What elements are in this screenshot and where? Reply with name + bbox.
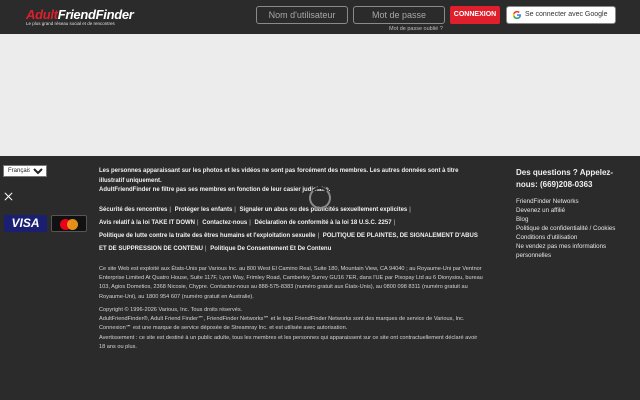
- footer-link-protect-children[interactable]: Protéger les enfants: [175, 207, 233, 213]
- site-logo[interactable]: AdultFriendFinder Le plus grand réseau s…: [26, 8, 134, 27]
- forgot-password-link[interactable]: Mot de passe oublié ?: [389, 26, 443, 32]
- logo-part-friendfinder: FriendFinder: [57, 7, 134, 22]
- help-link-privacy[interactable]: Politique de confidentialité / Cookies: [516, 224, 634, 233]
- help-link-do-not-sell[interactable]: Ne vendez pas mes informations personnel…: [516, 242, 634, 260]
- copyright-line: Copyright © 1996-2026 Various, Inc. Tous…: [99, 307, 243, 313]
- google-login-button[interactable]: Se connecter avec Google: [506, 6, 616, 24]
- password-input[interactable]: [353, 6, 445, 24]
- main-content: [0, 34, 640, 156]
- language-select[interactable]: Français: [3, 165, 47, 177]
- login-button[interactable]: CONNEXION: [450, 6, 500, 24]
- logo-tagline: Le plus grand réseau social et de rencon…: [26, 21, 115, 26]
- help-phone-heading: Des questions ? Appelez-nous: (669)208-0…: [516, 168, 614, 189]
- help-links: FriendFinder Networks Devenez un affilié…: [516, 197, 634, 260]
- footer-link-contact[interactable]: Contactez-nous: [202, 220, 247, 226]
- help-link-blog[interactable]: Blog: [516, 215, 634, 224]
- username-input[interactable]: [256, 6, 348, 24]
- google-login-label: Se connecter avec Google: [525, 11, 608, 18]
- help-link-affiliate[interactable]: Devenez un affilié: [516, 206, 634, 215]
- footer-link-2257[interactable]: Déclaration de conformité à la loi 18 U.…: [254, 220, 391, 226]
- footer-link-dating-safety[interactable]: Sécurité des rencontres: [99, 207, 167, 213]
- site-header: AdultFriendFinder Le plus grand réseau s…: [0, 0, 640, 34]
- footer-link-consent-policy[interactable]: Politique De Consentement Et De Contenu: [210, 246, 331, 252]
- google-icon: [512, 10, 521, 20]
- age-warning-line: Avertissement : ce site est destiné à un…: [99, 334, 478, 350]
- mastercard-logo: [51, 215, 87, 232]
- footer-links: Sécurité des rencontres | Protéger les en…: [99, 207, 478, 252]
- trademark-line: AdultFriendFinder®, Adult Friend Finder℠…: [99, 316, 465, 323]
- copyright-notice: Copyright © 1996-2026 Various, Inc. Tous…: [99, 306, 483, 352]
- logo-part-adult: Adult: [26, 7, 58, 22]
- x-twitter-icon[interactable]: [4, 192, 13, 201]
- help-link-terms[interactable]: Conditions d'utilisation: [516, 233, 634, 242]
- loading-spinner-icon: [309, 187, 331, 209]
- operator-notice: Ce site Web est exploité aux États-Unis …: [99, 266, 483, 300]
- help-link-ffn[interactable]: FriendFinder Networks: [516, 197, 634, 206]
- photo-disclaimer: Les personnes apparaissant sur les photo…: [99, 167, 483, 196]
- footer-link-trafficking-policy[interactable]: Politique de lutte contre la traite des …: [99, 233, 315, 239]
- trademark-line: Connexion℠ est une marque de service dép…: [99, 325, 348, 332]
- disclaimer-line: AdultFriendFinder ne filtre pas ses memb…: [99, 187, 331, 193]
- disclaimer-line: Les personnes apparaissant sur les photo…: [99, 168, 459, 184]
- visa-logo: VISA: [4, 215, 47, 232]
- footer-link-take-it-down[interactable]: Avis relatif à la loi TAKE IT DOWN: [99, 220, 195, 226]
